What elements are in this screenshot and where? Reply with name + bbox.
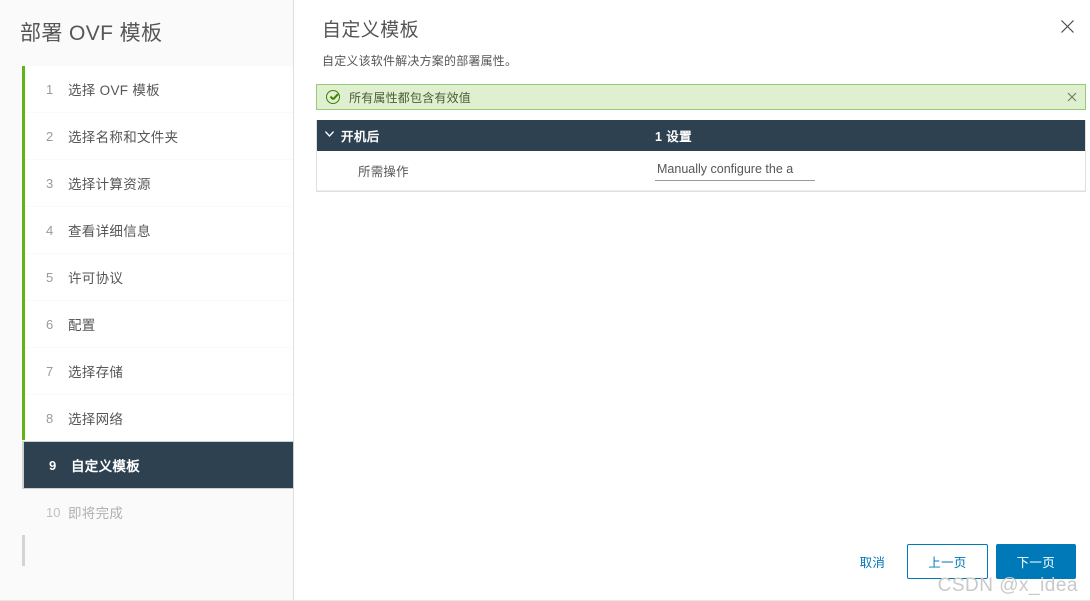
wizard-sidebar: 部署 OVF 模板 1 选择 OVF 模板 2 选择名称和文件夹 3 选择计算资… xyxy=(0,0,294,601)
step-number: 7 xyxy=(46,363,54,379)
sidebar-item-license-agreement[interactable]: 5 许可协议 xyxy=(22,254,293,300)
properties-table: 开机后 1 设置 所需操作 xyxy=(316,120,1086,192)
banner-message: 所有属性都包含有效值 xyxy=(349,90,472,105)
step-label: 选择存储 xyxy=(68,365,124,380)
sidebar-item-ready-to-complete[interactable]: 10 即将完成 xyxy=(22,489,293,535)
table-row: 所需操作 xyxy=(317,151,1085,191)
wizard-content: 自定义模板 自定义该软件解决方案的部署属性。 所有属性都包含有效值 开机后 1 … xyxy=(294,0,1090,601)
step-label: 选择计算资源 xyxy=(68,177,151,192)
step-number: 10 xyxy=(46,504,61,520)
banner-close-icon[interactable] xyxy=(1063,88,1081,106)
step-number: 3 xyxy=(46,175,54,191)
cancel-button[interactable]: 取消 xyxy=(844,546,902,577)
wizard-footer: 取消 上一页 下一页 xyxy=(844,544,1076,579)
step-number: 9 xyxy=(49,457,57,473)
window-title: 部署 OVF 模板 xyxy=(20,22,163,45)
required-action-input[interactable] xyxy=(655,160,815,181)
step-number: 8 xyxy=(46,410,54,426)
step-label: 自定义模板 xyxy=(71,459,140,474)
step-label: 许可协议 xyxy=(68,271,124,286)
sidebar-item-review-details[interactable]: 4 查看详细信息 xyxy=(22,207,293,253)
property-group-header-poweron[interactable]: 开机后 1 设置 xyxy=(317,120,1085,151)
step-label: 查看详细信息 xyxy=(68,224,151,239)
step-label: 选择网络 xyxy=(68,412,124,427)
next-button[interactable]: 下一页 xyxy=(995,544,1076,579)
page-title: 自定义模板 xyxy=(322,20,420,41)
step-number: 2 xyxy=(46,128,54,144)
step-label: 配置 xyxy=(68,318,96,333)
step-label: 选择名称和文件夹 xyxy=(68,130,179,145)
step-label: 选择 OVF 模板 xyxy=(68,83,160,98)
check-circle-icon xyxy=(326,90,340,104)
validation-success-banner: 所有属性都包含有效值 xyxy=(316,84,1086,110)
property-group-name: 开机后 xyxy=(341,130,380,144)
property-value-cell xyxy=(655,160,1085,181)
back-button[interactable]: 上一页 xyxy=(907,544,988,579)
sidebar-item-configuration[interactable]: 6 配置 xyxy=(22,301,293,347)
sidebar-item-select-storage[interactable]: 7 选择存储 xyxy=(22,348,293,394)
content-header: 自定义模板 自定义该软件解决方案的部署属性。 xyxy=(294,0,1090,69)
step-number: 5 xyxy=(46,269,54,285)
chevron-down-icon[interactable] xyxy=(317,130,341,141)
step-number: 6 xyxy=(46,316,54,332)
sidebar-item-select-name-folder[interactable]: 2 选择名称和文件夹 xyxy=(22,113,293,159)
step-number: 1 xyxy=(46,81,54,97)
deploy-ovf-wizard: 部署 OVF 模板 1 选择 OVF 模板 2 选择名称和文件夹 3 选择计算资… xyxy=(0,0,1090,601)
step-label: 即将完成 xyxy=(68,506,124,521)
sidebar-item-select-ovf-template[interactable]: 1 选择 OVF 模板 xyxy=(22,66,293,112)
close-icon[interactable] xyxy=(1053,12,1081,40)
sidebar-item-customize-template[interactable]: 9 自定义模板 xyxy=(24,442,293,488)
page-subtitle: 自定义该软件解决方案的部署属性。 xyxy=(322,54,518,68)
progress-rail-completed xyxy=(22,66,25,440)
step-number: 4 xyxy=(46,222,54,238)
property-label: 所需操作 xyxy=(358,165,409,179)
wizard-step-list: 1 选择 OVF 模板 2 选择名称和文件夹 3 选择计算资源 4 查看详细信息… xyxy=(0,66,293,566)
sidebar-item-select-compute-resource[interactable]: 3 选择计算资源 xyxy=(22,160,293,206)
property-group-count: 1 设置 xyxy=(655,130,693,144)
sidebar-item-select-networks[interactable]: 8 选择网络 xyxy=(22,395,293,441)
